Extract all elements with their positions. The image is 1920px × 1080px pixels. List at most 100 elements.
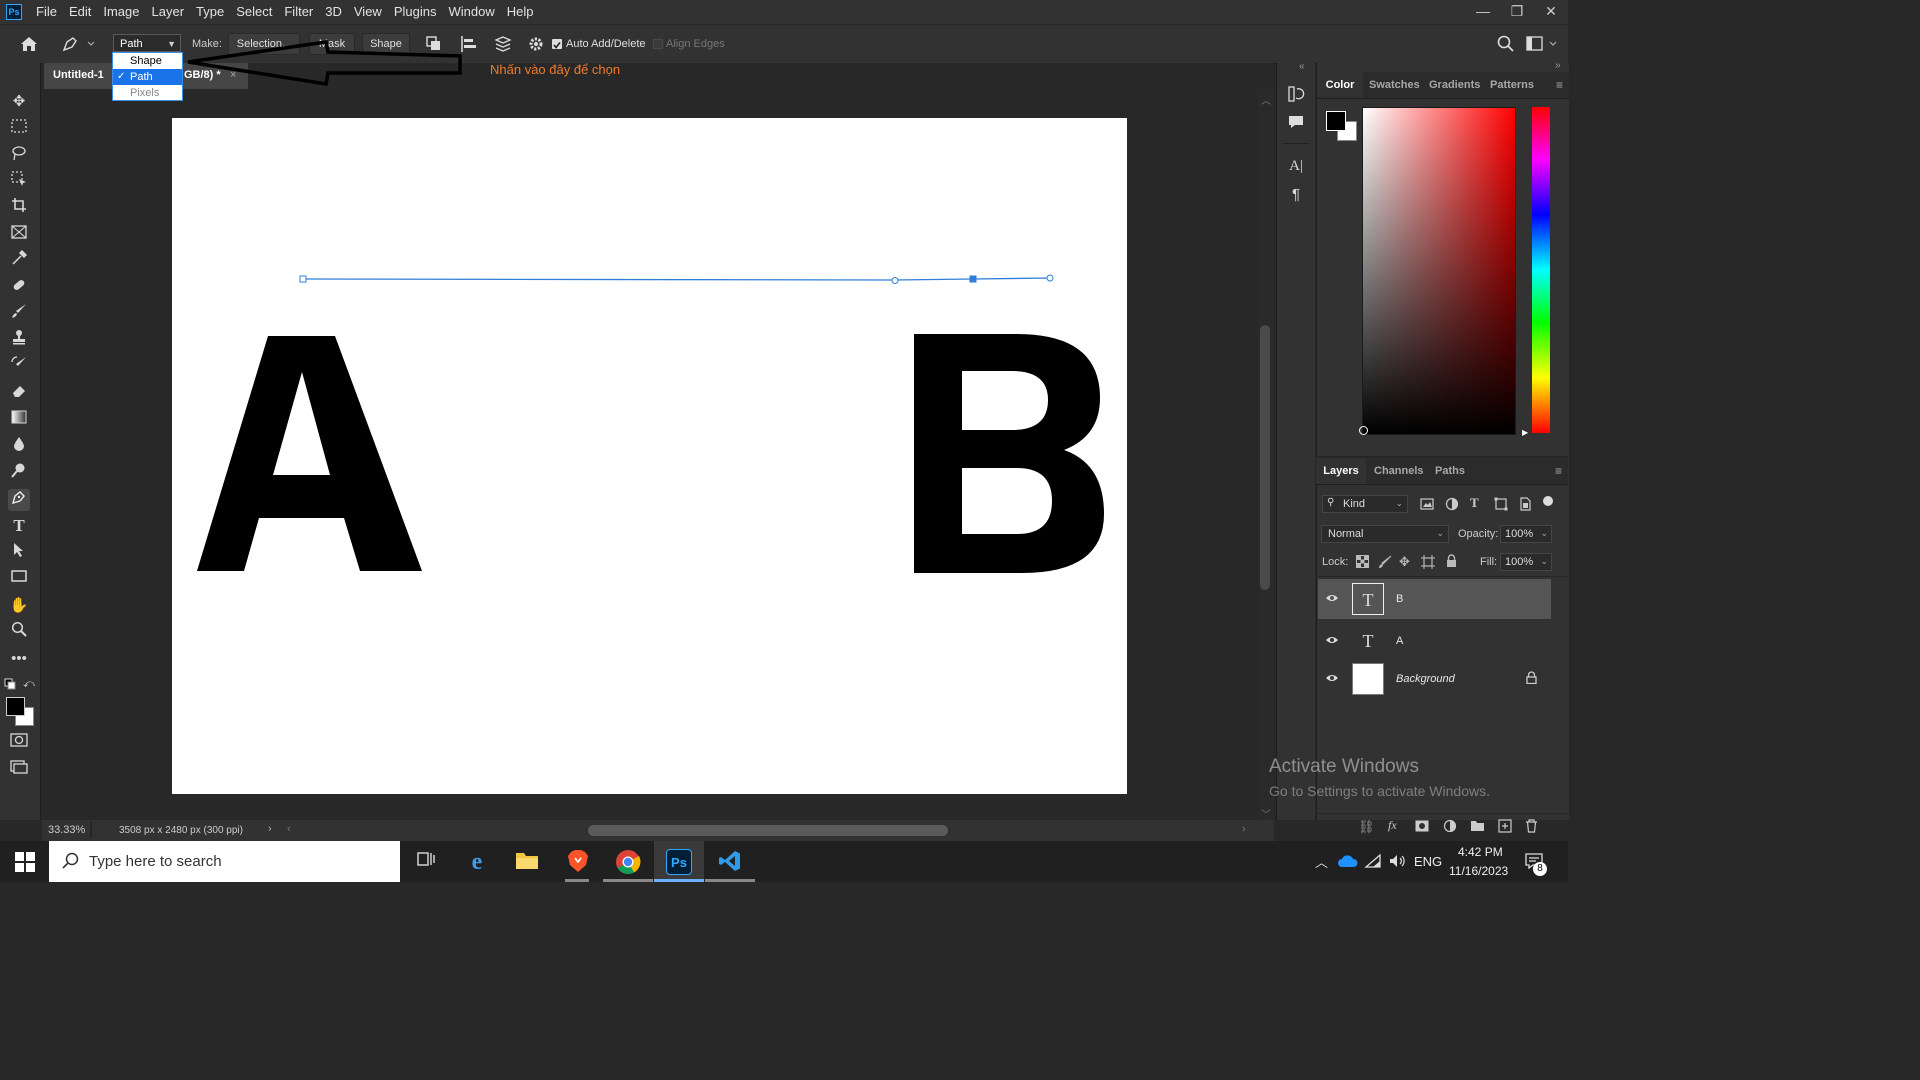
- taskbar-date[interactable]: 11/16/2023: [1449, 864, 1508, 878]
- marquee-tool-icon[interactable]: [8, 118, 30, 140]
- layer-row-b[interactable]: T B: [1318, 579, 1551, 619]
- blur-tool-icon[interactable]: [8, 436, 30, 458]
- menu-filter[interactable]: Filter: [278, 0, 319, 24]
- layer-style-fx-icon[interactable]: fx: [1388, 818, 1397, 833]
- hue-slider-handle[interactable]: ▶: [1522, 428, 1528, 437]
- tab-color[interactable]: Color: [1317, 72, 1363, 98]
- layer-filter-kind-select[interactable]: ⚲ Kind ⌄: [1322, 495, 1408, 513]
- tab-gradients[interactable]: Gradients: [1429, 72, 1480, 98]
- photoshop-taskbar-icon[interactable]: Ps: [666, 849, 692, 875]
- dropdown-option-path[interactable]: ✓ Path: [113, 69, 182, 85]
- scroll-down-icon[interactable]: ﹀: [1261, 806, 1271, 821]
- taskbar-search-box[interactable]: Type here to search: [49, 841, 400, 882]
- menu-image[interactable]: Image: [97, 0, 145, 24]
- filter-pixel-layers-icon[interactable]: [1420, 497, 1434, 511]
- comments-panel-icon[interactable]: [1285, 113, 1307, 135]
- menu-select[interactable]: Select: [230, 0, 278, 24]
- default-colors-icon[interactable]: [4, 678, 16, 690]
- onedrive-icon[interactable]: [1338, 854, 1358, 868]
- crop-tool-icon[interactable]: [8, 197, 30, 219]
- clone-stamp-tool-icon[interactable]: [8, 329, 30, 351]
- tab-channels[interactable]: Channels: [1374, 458, 1424, 484]
- more-tools-icon[interactable]: •••: [8, 648, 30, 670]
- gear-icon[interactable]: [526, 34, 546, 54]
- zoom-level[interactable]: 33.33%: [48, 824, 85, 836]
- home-icon[interactable]: [18, 33, 40, 55]
- eye-icon[interactable]: [1324, 591, 1340, 607]
- scroll-right-icon[interactable]: ›: [1242, 823, 1246, 835]
- layer-row-background[interactable]: Background: [1318, 659, 1551, 699]
- minimize-button[interactable]: —: [1466, 0, 1500, 24]
- tab-paths[interactable]: Paths: [1435, 458, 1465, 484]
- chrome-browser-icon[interactable]: [615, 849, 641, 875]
- add-layer-mask-icon[interactable]: [1415, 820, 1429, 832]
- blend-mode-select[interactable]: Normal ⌄: [1321, 525, 1449, 543]
- layers-panel-menu-icon[interactable]: ≡: [1555, 458, 1562, 484]
- eyedropper-tool-icon[interactable]: [8, 249, 30, 272]
- tab-layers[interactable]: Layers: [1316, 458, 1366, 484]
- scroll-left-icon[interactable]: ‹: [287, 823, 291, 835]
- color-panel-foreground-swatch[interactable]: [1326, 111, 1346, 131]
- filter-shape-layers-icon[interactable]: [1494, 497, 1508, 511]
- collapse-panel-icon[interactable]: «: [1299, 61, 1305, 72]
- lock-image-pixels-icon[interactable]: [1378, 555, 1392, 569]
- tab-swatches[interactable]: Swatches: [1369, 72, 1420, 98]
- menu-plugins[interactable]: Plugins: [388, 0, 443, 24]
- brush-tool-icon[interactable]: [8, 303, 30, 325]
- align-edges-checkbox[interactable]: [653, 39, 663, 49]
- rectangle-tool-icon[interactable]: [8, 568, 30, 590]
- quick-mask-icon[interactable]: [8, 732, 30, 754]
- path-arrangement-icon[interactable]: [492, 34, 514, 54]
- eye-icon[interactable]: [1324, 671, 1340, 687]
- swap-colors-icon[interactable]: ⤺: [23, 678, 35, 690]
- eye-icon[interactable]: [1324, 633, 1340, 649]
- zoom-tool-icon[interactable]: [8, 621, 30, 643]
- wifi-icon[interactable]: [1364, 853, 1382, 869]
- lock-icon[interactable]: [1526, 671, 1537, 687]
- hand-tool-icon[interactable]: ✋: [8, 595, 30, 617]
- dropdown-option-pixels[interactable]: Pixels: [113, 85, 182, 101]
- menu-3d[interactable]: 3D: [319, 0, 348, 24]
- show-hidden-icons-icon[interactable]: ︿: [1315, 852, 1328, 871]
- menu-edit[interactable]: Edit: [63, 0, 97, 24]
- new-layer-icon[interactable]: [1498, 819, 1512, 833]
- layer-row-a[interactable]: T A: [1318, 621, 1551, 661]
- vscode-icon[interactable]: [717, 849, 743, 875]
- windows-start-icon[interactable]: [15, 852, 35, 872]
- menu-view[interactable]: View: [348, 0, 388, 24]
- opacity-field[interactable]: 100% ⌄: [1500, 525, 1552, 543]
- color-panel-menu-icon[interactable]: ≡: [1556, 72, 1563, 98]
- new-group-folder-icon[interactable]: [1470, 819, 1485, 832]
- move-tool-icon[interactable]: ✥: [8, 91, 30, 113]
- document-canvas[interactable]: [172, 118, 1127, 794]
- color-picker-cursor[interactable]: [1359, 426, 1368, 435]
- screen-mode-icon[interactable]: [8, 759, 30, 781]
- tab-patterns[interactable]: Patterns: [1490, 72, 1534, 98]
- auto-add-delete-checkbox[interactable]: [552, 39, 562, 49]
- history-brush-tool-icon[interactable]: [8, 356, 30, 378]
- photoshop-logo-icon[interactable]: Ps: [6, 4, 22, 20]
- filter-smart-objects-icon[interactable]: [1518, 497, 1532, 511]
- file-explorer-icon[interactable]: [514, 849, 540, 875]
- restore-button[interactable]: ❐: [1500, 0, 1534, 24]
- dodge-tool-icon[interactable]: [8, 462, 30, 484]
- hue-slider[interactable]: [1532, 107, 1550, 433]
- lock-position-icon[interactable]: ✥: [1399, 554, 1414, 569]
- eraser-tool-icon[interactable]: [8, 383, 30, 405]
- close-button[interactable]: ✕: [1534, 0, 1568, 24]
- status-info-chevron-icon[interactable]: ›: [268, 823, 272, 835]
- character-panel-icon[interactable]: A|: [1285, 155, 1307, 177]
- filter-adjustment-layers-icon[interactable]: [1445, 497, 1459, 511]
- healing-brush-tool-icon[interactable]: [8, 277, 30, 299]
- lock-transparent-pixels-icon[interactable]: [1356, 555, 1369, 568]
- horizontal-scroll-thumb[interactable]: [588, 825, 948, 836]
- task-view-icon[interactable]: [412, 849, 438, 875]
- vertical-scroll-thumb[interactable]: [1260, 325, 1270, 590]
- type-tool-icon[interactable]: T: [8, 515, 30, 537]
- fill-field[interactable]: 100% ⌄: [1500, 553, 1552, 571]
- filter-type-layers-icon[interactable]: T: [1470, 495, 1484, 511]
- taskbar-time[interactable]: 4:42 PM: [1458, 845, 1503, 859]
- search-icon[interactable]: [1496, 34, 1516, 54]
- lock-all-icon[interactable]: [1445, 554, 1458, 568]
- language-indicator[interactable]: ENG: [1414, 854, 1442, 869]
